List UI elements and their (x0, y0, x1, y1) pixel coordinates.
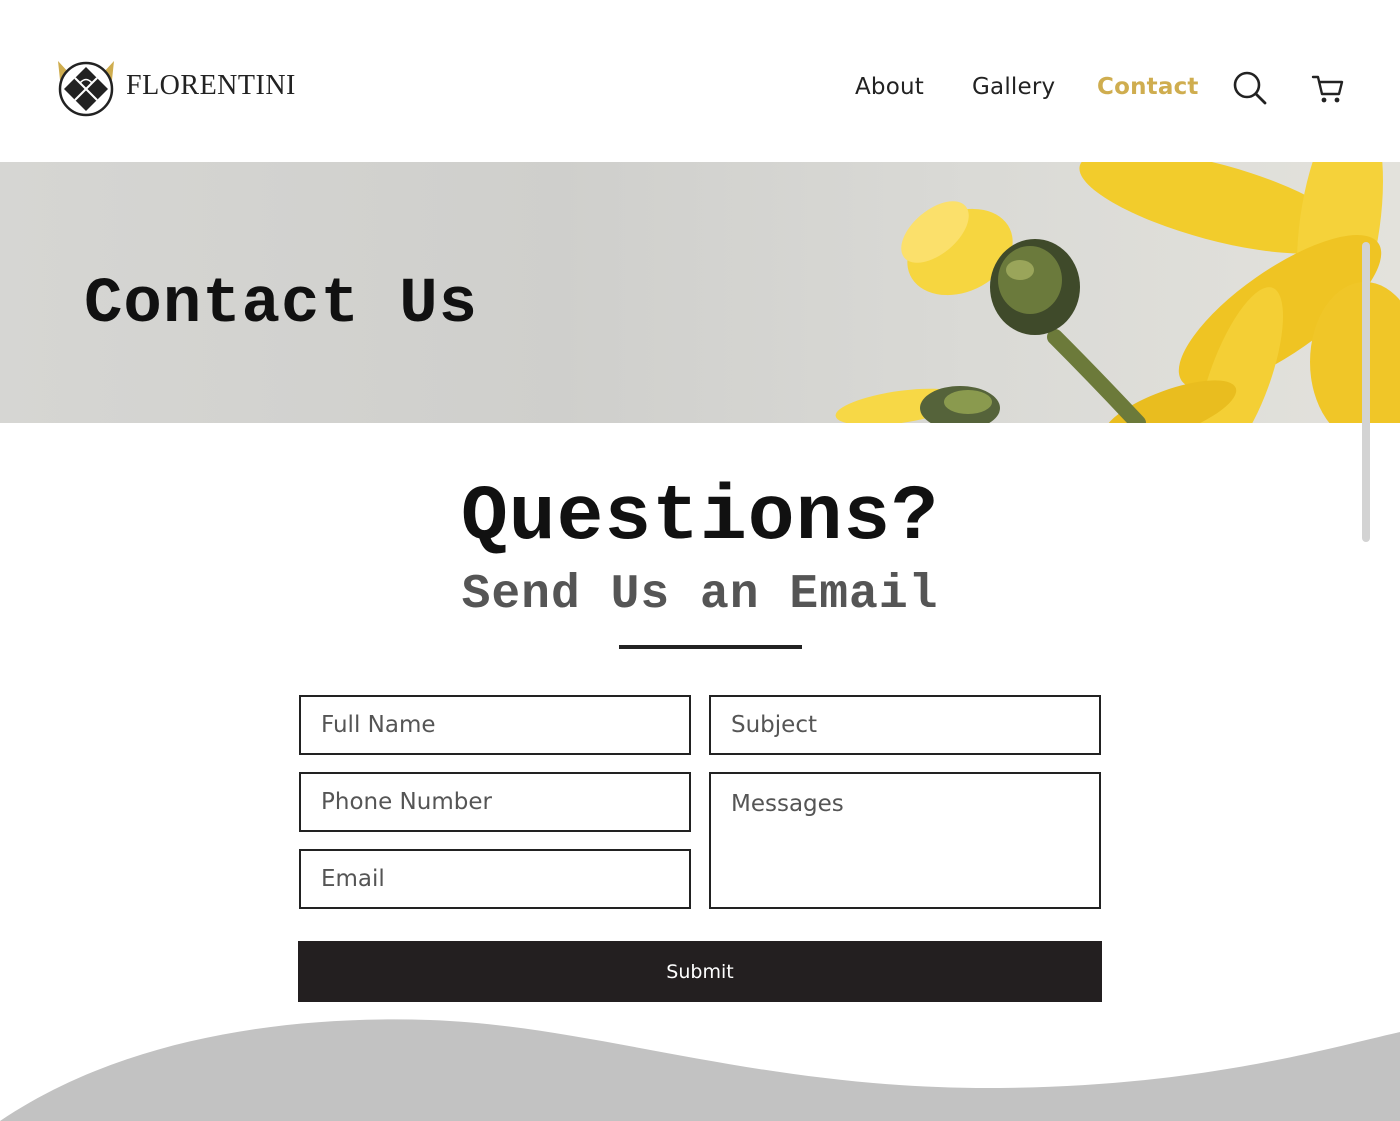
search-button[interactable] (1232, 70, 1268, 106)
full-name-input[interactable] (299, 695, 691, 755)
nav-contact-link[interactable]: Contact (1097, 70, 1199, 104)
main-nav: About Gallery Contact (0, 70, 1400, 110)
phone-number-input[interactable] (299, 772, 691, 832)
hero-title: Contact Us (84, 269, 479, 341)
nav-about-link[interactable]: About (855, 70, 924, 104)
site-header: FLORENTINI About Gallery Contact (0, 0, 1400, 162)
submit-button[interactable]: Submit (298, 941, 1102, 1002)
hero-banner: Contact Us (0, 162, 1400, 423)
section-subtitle: Send Us an Email (461, 568, 939, 622)
cart-icon (1311, 75, 1344, 103)
section-title: Questions? (460, 474, 940, 562)
email-input[interactable] (299, 849, 691, 909)
footer-wave (0, 1019, 1400, 1121)
section-divider (619, 645, 802, 649)
search-icon (1233, 71, 1267, 105)
cart-button[interactable] (1310, 70, 1346, 106)
subject-input[interactable] (709, 695, 1101, 755)
yellow-flowers-image (835, 162, 1400, 423)
messages-textarea[interactable] (709, 772, 1101, 909)
nav-gallery-link[interactable]: Gallery (972, 70, 1055, 104)
